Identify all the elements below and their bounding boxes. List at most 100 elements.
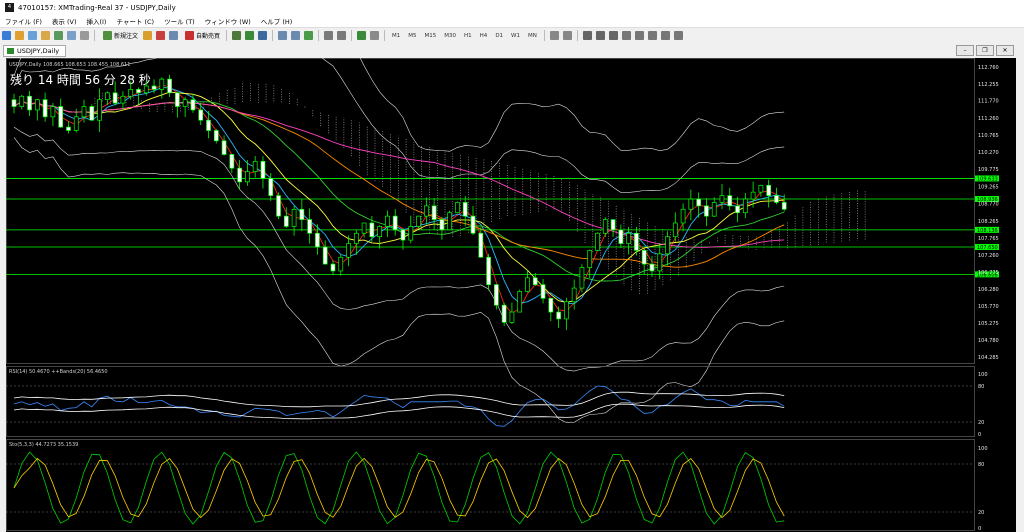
candle-body [564,301,569,320]
candle-body [143,85,149,94]
new-order-icon [103,31,112,40]
candle-body [268,178,274,196]
candle-body [649,263,655,272]
toolbar-separator [543,30,545,41]
osc-tick-label: 100 [978,446,988,452]
chart-shift-icon[interactable] [324,31,334,40]
candle-body [431,205,437,220]
market-watch-icon[interactable] [28,31,37,40]
auto-trade-button[interactable]: 自動売買 [183,31,220,40]
vertical-line-icon[interactable] [582,31,592,40]
channel-icon[interactable] [621,31,631,40]
close-button[interactable]: ✕ [996,45,1014,56]
timeframe-w1-button[interactable]: W1 [507,33,524,39]
menu-help[interactable]: ヘルプ (H) [256,16,298,26]
menu-chart[interactable]: チャート (C) [111,16,159,26]
candle-body [377,226,383,238]
candlestick-icon[interactable] [245,31,255,40]
profiles-icon[interactable] [15,31,24,40]
indicators-icon[interactable] [357,31,367,40]
candle-body [73,116,79,131]
candle-body [416,215,421,227]
candle-body [385,215,390,227]
candle-body [369,222,375,238]
price-tick-label: 107.260 [978,253,999,259]
fibonacci-icon[interactable] [634,31,644,40]
cursor-icon[interactable] [549,31,559,40]
tile-windows-icon[interactable] [304,31,314,40]
candle-body [353,232,359,244]
label-icon[interactable] [660,31,670,40]
restore-button[interactable]: ❐ [976,45,994,56]
candle-body [680,208,686,224]
timeframe-m15-button[interactable]: M15 [421,33,441,39]
periods-icon[interactable] [370,31,380,40]
chart-window[interactable]: USDJPY,Daily 108.665 108.653 108.455 108… [6,58,1016,532]
timeframe-m1-button[interactable]: M1 [388,33,404,39]
minimize-button[interactable]: – [956,45,974,56]
timeframe-m30-button[interactable]: M30 [440,33,460,39]
arrow-icon[interactable] [673,31,683,40]
candle-body [532,277,538,285]
auto-trade-icon [185,31,195,40]
menu-view[interactable]: 表示 (V) [47,16,82,26]
price-tick-label: 104.780 [978,338,999,344]
zoom-out-icon[interactable] [291,31,301,40]
toolbar-separator [576,30,578,41]
candle-body [688,198,694,210]
mt4-icon: 4 [5,3,14,12]
crosshair-icon[interactable] [562,31,572,40]
menu-file[interactable]: ファイル (F) [0,16,47,26]
line-chart-icon[interactable] [258,31,268,40]
osc-tick-label: 20 [978,510,984,516]
candle-body [735,205,740,214]
candle-body [136,89,141,94]
terminal-icon[interactable] [67,31,76,40]
candle-body [455,202,460,214]
candle-body [727,195,733,207]
candle-body [556,311,561,320]
new-chart-icon[interactable] [2,31,11,40]
chart-window-controls: – ❐ ✕ [954,45,1014,56]
candle-body [167,78,172,94]
bar-chart-icon[interactable] [232,31,242,40]
candle-body [742,198,748,214]
menu-window[interactable]: ウィンドウ (W) [200,16,256,26]
price-tag-label: 108.136 [977,228,998,234]
horizontal-line-icon[interactable] [595,31,605,40]
navigator-icon[interactable] [54,31,63,40]
trendline-icon[interactable] [608,31,618,40]
timeframe-h1-button[interactable]: H1 [460,33,476,39]
chart-tab[interactable]: USDJPY,Daily [3,45,67,57]
alerts-icon[interactable] [156,31,166,40]
text-icon[interactable] [647,31,657,40]
candle-body [198,109,204,121]
timeframe-h4-button[interactable]: H4 [476,33,492,39]
data-window-icon[interactable] [41,31,50,40]
autoscroll-icon[interactable] [337,31,347,40]
rsi-label: RSI(14) 50.4670 ++Bands(20) 56.4650 [9,369,108,375]
price-tag-label: 109.633 [977,176,998,182]
signals-icon[interactable] [169,31,179,40]
candle-body [774,195,779,203]
menu-tools[interactable]: ツール (T) [159,16,200,26]
candle-body [81,106,87,118]
menu-insert[interactable]: 挿入(I) [81,16,111,26]
candle-body [315,232,320,248]
chart-tab-bar: USDJPY,Daily – ❐ ✕ [0,43,1024,57]
candle-body [587,250,593,268]
tester-icon[interactable] [80,31,89,40]
candle-body [42,99,48,118]
candle-body [190,99,196,111]
metaeditor-icon[interactable] [143,31,153,40]
timeframe-mn-button[interactable]: MN [524,33,541,39]
candle-body [766,184,772,196]
zoom-in-icon[interactable] [278,31,288,40]
candle-body [657,253,663,272]
price-tick-label: 107.765 [978,236,999,242]
timeframe-d1-button[interactable]: D1 [491,33,507,39]
new-order-button[interactable]: 新規注文 [101,31,138,40]
chart-canvas[interactable]: USDJPY,Daily 108.665 108.653 108.455 108… [6,58,1016,532]
price-tick-label: 111.770 [978,99,999,105]
timeframe-m5-button[interactable]: M5 [404,33,420,39]
